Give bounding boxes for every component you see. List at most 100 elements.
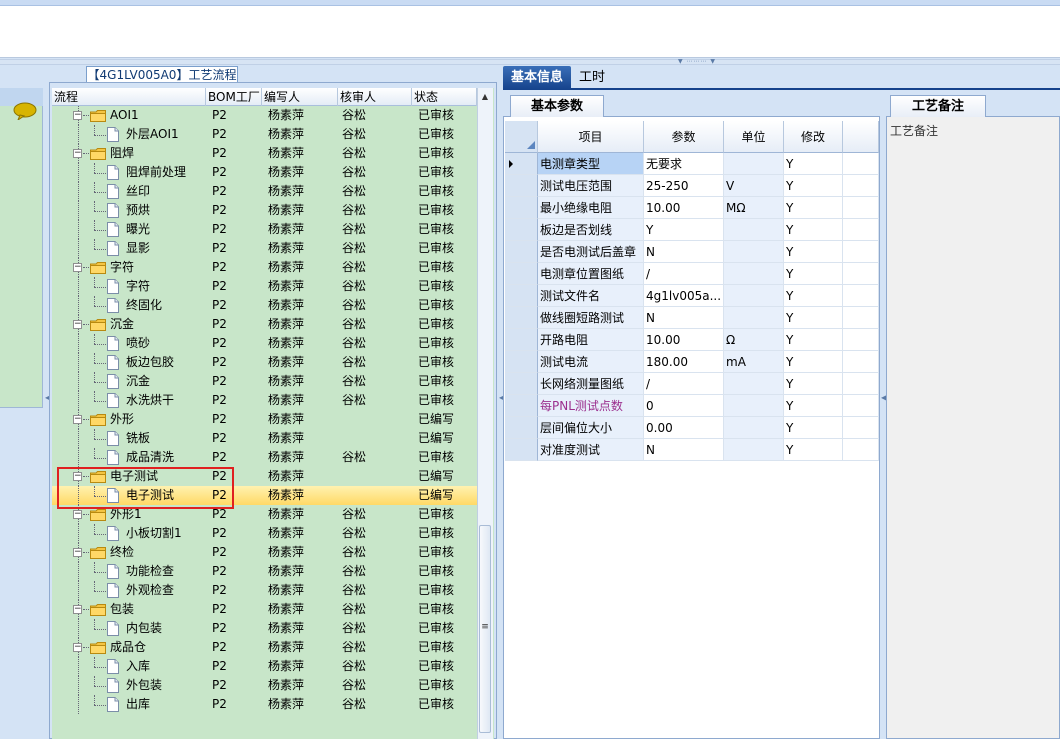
chat-bubble-icon[interactable] [12,102,38,120]
tree-node-label[interactable]: 丝印 [126,182,150,201]
splitter-arrow-icon[interactable]: ◀ [881,394,887,402]
tree-row[interactable]: − 外形 P2 杨素萍 已编写 [52,410,477,429]
row-header[interactable] [505,439,538,461]
param-value-cell[interactable]: 10.00 [644,329,724,351]
param-value-cell[interactable]: N [644,241,724,263]
param-item-cell[interactable]: 测试电压范围 [538,175,644,197]
row-header[interactable] [505,395,538,417]
row-header[interactable] [505,175,538,197]
collapse-toggle-icon[interactable]: − [73,548,82,557]
tree-node-label[interactable]: 外层AOI1 [126,125,179,144]
param-row[interactable]: 长网络测量图纸 / Y [505,373,879,395]
tree-node-label[interactable]: 外形 [110,410,134,429]
param-unit-cell[interactable] [724,241,784,263]
row-header[interactable] [505,373,538,395]
param-unit-cell[interactable]: Ω [724,329,784,351]
param-row[interactable]: 做线圈短路测试 N Y [505,307,879,329]
param-row[interactable]: 测试电流 180.00 mA Y [505,351,879,373]
tree-row[interactable]: − 字符 P2 杨素萍 谷松 已审核 [52,258,477,277]
param-item-cell[interactable]: 最小绝缘电阻 [538,197,644,219]
tree-row[interactable]: 终固化 P2 杨素萍 谷松 已审核 [52,296,477,315]
row-header[interactable] [505,329,538,351]
param-edit-cell[interactable]: Y [784,439,843,461]
param-edit-cell[interactable]: Y [784,373,843,395]
param-item-cell[interactable]: 开路电阻 [538,329,644,351]
tree-row[interactable]: − 沉金 P2 杨素萍 谷松 已审核 [52,315,477,334]
process-tree-grid[interactable]: 流程 BOM工厂 编写人 核审人 状态 − AOI1 P2 杨素萍 谷松 已审核 外层AOI… [52,88,494,739]
scroll-up-arrow-icon[interactable]: ▲ [480,92,490,102]
collapse-toggle-icon[interactable]: − [73,415,82,424]
param-row[interactable]: 是否电测试后盖章 N Y [505,241,879,263]
tree-node-label[interactable]: 铣板 [126,429,150,448]
tree-row[interactable]: 喷砂 P2 杨素萍 谷松 已审核 [52,334,477,353]
tree-row[interactable]: − 终检 P2 杨素萍 谷松 已审核 [52,543,477,562]
row-header[interactable] [505,197,538,219]
col-header-value[interactable]: 参数 [644,121,724,153]
param-edit-cell[interactable]: Y [784,263,843,285]
tree-row[interactable]: 外层AOI1 P2 杨素萍 谷松 已审核 [52,125,477,144]
tree-node-label[interactable]: 字符 [126,277,150,296]
collapse-toggle-icon[interactable]: − [73,605,82,614]
tree-row[interactable]: 曝光 P2 杨素萍 谷松 已审核 [52,220,477,239]
param-row[interactable]: 开路电阻 10.00 Ω Y [505,329,879,351]
row-header[interactable] [505,263,538,285]
tree-node-label[interactable]: 曝光 [126,220,150,239]
param-item-cell[interactable]: 对准度测试 [538,439,644,461]
row-header[interactable] [505,307,538,329]
param-unit-cell[interactable]: MΩ [724,197,784,219]
row-header[interactable] [505,285,538,307]
col-header-bom[interactable]: BOM工厂 [206,88,262,106]
col-header-flow[interactable]: 流程 [52,88,206,106]
tree-node-label[interactable]: 入库 [126,657,150,676]
tree-row[interactable]: 成品清洗 P2 杨素萍 谷松 已审核 [52,448,477,467]
row-header[interactable] [505,153,538,175]
tree-row[interactable]: 入库 P2 杨素萍 谷松 已审核 [52,657,477,676]
collapse-toggle-icon[interactable]: − [73,320,82,329]
tree-node-label[interactable]: 功能检查 [126,562,174,581]
tree-row[interactable]: 小板切割1 P2 杨素萍 谷松 已审核 [52,524,477,543]
tab-process-notes[interactable]: 工艺备注 [890,95,986,117]
tree-node-label[interactable]: 终检 [110,543,134,562]
tree-row[interactable]: − 包装 P2 杨素萍 谷松 已审核 [52,600,477,619]
tree-row[interactable]: 外观检查 P2 杨素萍 谷松 已审核 [52,581,477,600]
param-row[interactable]: 测试文件名 4g1lv005a... Y [505,285,879,307]
tree-node-label[interactable]: 字符 [110,258,134,277]
tree-node-label[interactable]: 阻焊 [110,144,134,163]
param-row[interactable]: 电测章位置图纸 / Y [505,263,879,285]
param-value-cell[interactable]: 4g1lv005a... [644,285,724,307]
tree-row[interactable]: 预烘 P2 杨素萍 谷松 已审核 [52,201,477,220]
param-item-cell[interactable]: 是否电测试后盖章 [538,241,644,263]
tree-row[interactable]: 内包装 P2 杨素萍 谷松 已审核 [52,619,477,638]
param-value-cell[interactable]: / [644,263,724,285]
param-value-cell[interactable]: N [644,439,724,461]
tab-basic-params[interactable]: 基本参数 [510,95,604,117]
param-value-cell[interactable]: 0 [644,395,724,417]
param-unit-cell[interactable] [724,417,784,439]
param-unit-cell[interactable]: mA [724,351,784,373]
tree-row[interactable]: 功能检查 P2 杨素萍 谷松 已审核 [52,562,477,581]
col-header-edit[interactable]: 修改 [784,121,843,153]
param-value-cell[interactable]: 无要求 [644,153,724,175]
tree-node-label[interactable]: 小板切割1 [126,524,182,543]
param-edit-cell[interactable]: Y [784,285,843,307]
tree-node-label[interactable]: 终固化 [126,296,162,315]
param-row[interactable]: 层间偏位大小 0.00 Y [505,417,879,439]
param-edit-cell[interactable]: Y [784,153,843,175]
tree-node-label[interactable]: 显影 [126,239,150,258]
param-edit-cell[interactable]: Y [784,175,843,197]
param-item-cell[interactable]: 电测章类型 [538,153,644,175]
tree-row[interactable]: 外包装 P2 杨素萍 谷松 已审核 [52,676,477,695]
param-edit-cell[interactable]: Y [784,241,843,263]
tree-node-label[interactable]: 包装 [110,600,134,619]
tree-row[interactable]: − 阻焊 P2 杨素萍 谷松 已审核 [52,144,477,163]
tab-basic-info[interactable]: 基本信息 [503,66,571,90]
param-unit-cell[interactable] [724,395,784,417]
tree-node-label[interactable]: 阻焊前处理 [126,163,186,182]
process-notes-panel[interactable] [886,92,1060,739]
tree-row[interactable]: 出库 P2 杨素萍 谷松 已审核 [52,695,477,714]
collapse-toggle-icon[interactable]: − [73,111,82,120]
param-value-cell[interactable]: 180.00 [644,351,724,373]
param-item-cell[interactable]: 测试文件名 [538,285,644,307]
param-item-cell[interactable]: 层间偏位大小 [538,417,644,439]
tree-node-label[interactable]: 沉金 [126,372,150,391]
